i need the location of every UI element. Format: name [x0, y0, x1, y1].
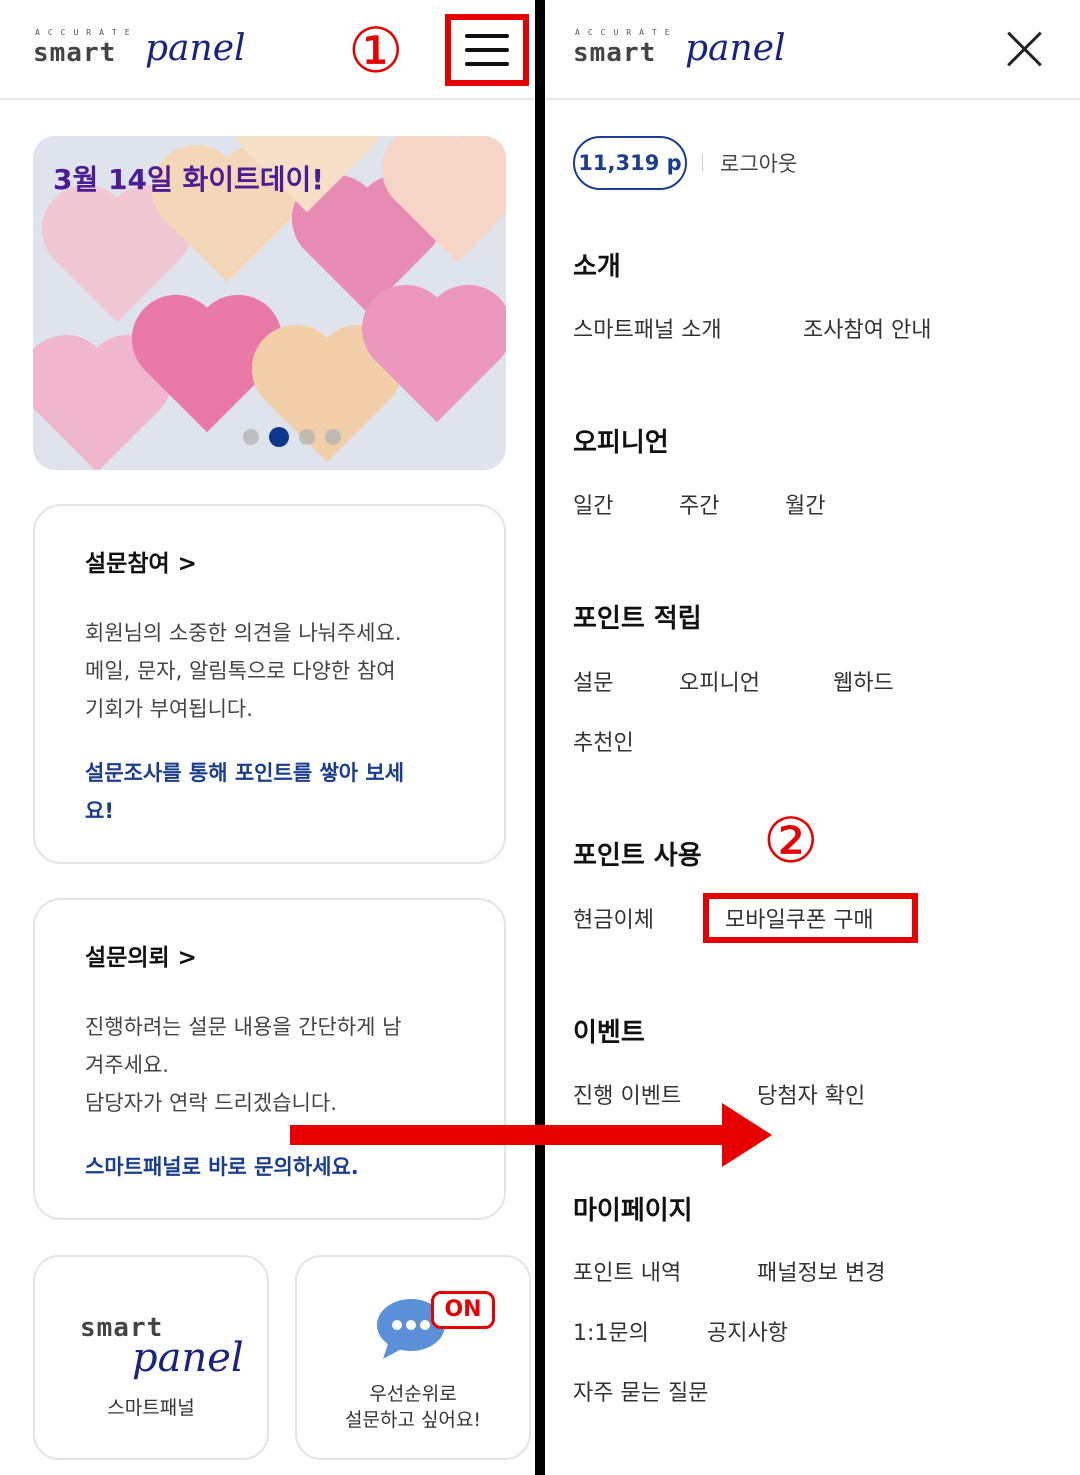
- menu-item-monthly[interactable]: 월간: [785, 488, 825, 520]
- menu-item-point-history[interactable]: 포인트 내역: [573, 1255, 681, 1287]
- close-icon[interactable]: [1005, 30, 1045, 70]
- section-title-opinion: 오피니언: [573, 428, 669, 458]
- step-2-marker: ②: [763, 804, 819, 877]
- card-title: 설문참여 >: [85, 551, 197, 577]
- section-title-use-points: 포인트 사용: [573, 841, 702, 871]
- app-header: ACCURATE smart panel ①: [0, 0, 535, 100]
- event-banner[interactable]: 3월 14일 화이트데이!: [33, 136, 506, 470]
- logout-link[interactable]: 로그아웃: [720, 148, 797, 178]
- menu-item-cash-transfer[interactable]: 현금이체: [573, 902, 654, 934]
- menu-item-weekly[interactable]: 주간: [679, 488, 719, 520]
- menu-item-daily[interactable]: 일간: [573, 488, 613, 520]
- carousel-indicator[interactable]: [243, 426, 351, 447]
- annotation-arrow-head: [722, 1103, 772, 1167]
- hamburger-menu-icon[interactable]: [445, 14, 529, 86]
- menu-header: ACCURATE smart panel: [545, 0, 1080, 100]
- menu-item-winners[interactable]: 당첨자 확인: [757, 1078, 865, 1110]
- card-description: 회원님의 소중한 의견을 나눠주세요. 메일, 문자, 알림톡으로 다양한 참여…: [85, 621, 402, 721]
- tile-label: 스마트패널: [107, 1397, 195, 1419]
- menu-item-opinion[interactable]: 오피니언: [679, 665, 760, 697]
- menu-item-participation-guide[interactable]: 조사참여 안내: [803, 312, 931, 344]
- section-title-earn-points: 포인트 적립: [573, 604, 702, 634]
- on-badge: ON: [431, 1291, 495, 1329]
- main-screen: ACCURATE smart panel ① 3월 14일 화이트데이! 설문참…: [0, 0, 535, 1475]
- menu-item-webhard[interactable]: 웹하드: [833, 665, 894, 697]
- card-description: 진행하려는 설문 내용을 간단하게 남 겨주세요. 담당자가 연락 드리겠습니다…: [85, 1015, 402, 1115]
- smartpanel-logo: smart panel: [80, 1313, 244, 1381]
- menu-item-survey[interactable]: 설문: [573, 665, 613, 697]
- menu-item-panel-info[interactable]: 패널정보 변경: [757, 1255, 885, 1287]
- banner-title: 3월 14일 화이트데이!: [53, 163, 325, 196]
- survey-request-card[interactable]: 설문의뢰 > 진행하려는 설문 내용을 간단하게 남 겨주세요. 담당자가 연락…: [33, 898, 506, 1220]
- menu-item-smartpanel-intro[interactable]: 스마트패널 소개: [573, 312, 722, 344]
- smartpanel-logo[interactable]: ACCURATE smart panel: [573, 28, 786, 78]
- card-link[interactable]: 설문조사를 통해 포인트를 쌓아 보세 요!: [85, 754, 465, 830]
- menu-item-notices[interactable]: 공지사항: [707, 1315, 788, 1347]
- priority-survey-tile[interactable]: ON 우선순위로 설문하고 싶어요!: [295, 1255, 531, 1460]
- screen-divider: [535, 0, 545, 1475]
- tile-label: 우선순위로 설문하고 싶어요!: [344, 1383, 482, 1431]
- menu-item-mobile-coupon[interactable]: 모바일쿠폰 구매: [725, 902, 874, 934]
- smartpanel-logo[interactable]: ACCURATE smart panel: [33, 28, 246, 78]
- points-balance[interactable]: 11,319 p: [573, 136, 687, 190]
- step-1-marker: ①: [348, 14, 404, 87]
- menu-item-faq[interactable]: 자주 묻는 질문: [573, 1375, 708, 1407]
- survey-participation-card[interactable]: 설문참여 > 회원님의 소중한 의견을 나눠주세요. 메일, 문자, 알림톡으로…: [33, 504, 506, 864]
- section-title-mypage: 마이페이지: [573, 1196, 693, 1226]
- menu-item-inquiry[interactable]: 1:1문의: [573, 1315, 649, 1347]
- smartpanel-tile[interactable]: smart panel 스마트패널: [33, 1255, 269, 1460]
- section-title-intro: 소개: [573, 252, 621, 282]
- menu-item-ongoing-events[interactable]: 진행 이벤트: [573, 1078, 681, 1110]
- separator: [702, 154, 703, 172]
- side-menu-screen: ACCURATE smart panel 11,319 p 로그아웃 소개 스마…: [545, 0, 1080, 1475]
- card-link[interactable]: 스마트패널로 바로 문의하세요.: [85, 1148, 465, 1186]
- section-title-event: 이벤트: [573, 1018, 645, 1048]
- menu-item-referrer[interactable]: 추천인: [573, 725, 634, 757]
- annotation-arrow: [290, 1125, 730, 1145]
- card-title: 설문의뢰 >: [85, 945, 197, 971]
